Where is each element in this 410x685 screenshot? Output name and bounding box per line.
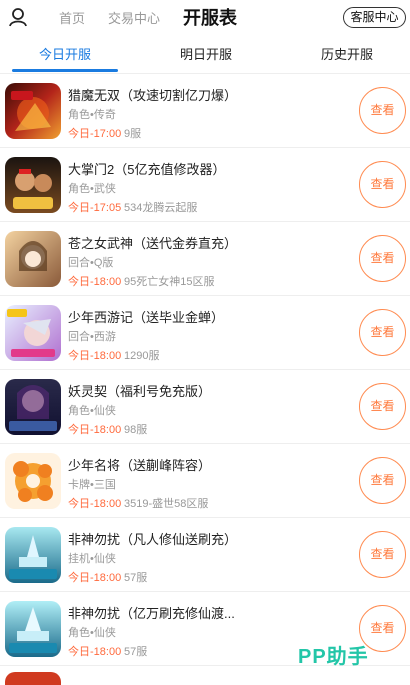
open-time: 今日-18:00 (68, 350, 122, 362)
game-name: 猎魔无双（攻速切割亿刀爆） (68, 88, 238, 103)
list-item[interactable]: 少年名将（送蒯峰阵容） 卡牌•三国 今日-18:00 3519-盛世58区服 查… (0, 444, 410, 518)
server-name: 9服 (124, 128, 142, 140)
view-button[interactable]: 查看 (359, 235, 406, 282)
open-time: 今日-18:00 (68, 498, 122, 510)
tab-history[interactable]: 历史开服 (277, 44, 410, 63)
list-item[interactable]: 非神勿扰（凡人修仙送刷充） 挂机•仙侠 今日-18:00 57服 查看 (0, 518, 410, 592)
game-icon (5, 453, 61, 509)
top-bar: 首页 交易中心 开服表 客服中心 (0, 0, 410, 34)
view-button[interactable]: 查看 (359, 383, 406, 430)
tab-bar: 今日开服 明日开服 历史开服 (0, 34, 410, 74)
view-button[interactable]: 查看 (359, 531, 406, 578)
game-name: 妖灵契（福利号免充版） (68, 384, 212, 399)
game-icon (5, 231, 61, 287)
game-category: 卡牌•三国 (68, 479, 116, 491)
game-name: 大掌门2（5亿充值修改器） (68, 162, 226, 177)
game-name: 非神勿扰（亿万刷充修仙渡... (68, 606, 235, 621)
list-item[interactable]: 妖灵契（福利号免充版） 角色•仙侠 今日-18:00 98服 查看 (0, 370, 410, 444)
page-title: 开服表 (183, 8, 237, 28)
server-name: 3519-盛世58区服 (124, 498, 209, 510)
view-button[interactable]: 查看 (359, 457, 406, 504)
game-category: 角色•传奇 (68, 109, 116, 121)
server-name: 534龙腾云起服 (124, 202, 198, 214)
customer-service-button[interactable]: 客服中心 (343, 7, 406, 28)
game-category: 挂机•仙侠 (68, 553, 116, 565)
game-icon (5, 305, 61, 361)
server-name: 98服 (124, 424, 148, 436)
game-category: 回合•西游 (68, 331, 116, 343)
view-button[interactable]: 查看 (359, 87, 406, 134)
server-name: 57服 (124, 572, 148, 584)
game-list: 猎魔无双（攻速切割亿刀爆） 角色•传奇 今日-17:00 9服 查看 大掌门2（… (0, 74, 410, 666)
open-time: 今日-17:00 (68, 128, 122, 140)
watermark-logo: PP助手 (298, 646, 369, 668)
game-icon (5, 527, 61, 583)
open-time: 今日-18:00 (68, 572, 122, 584)
server-name: 95死亡女神15区服 (124, 276, 215, 288)
list-item[interactable]: 猎魔无双（攻速切割亿刀爆） 角色•传奇 今日-17:00 9服 查看 (0, 74, 410, 148)
game-category: 角色•仙侠 (68, 627, 116, 639)
nav-home-link[interactable]: 首页 (59, 8, 85, 27)
game-category: 回合•Q版 (68, 257, 114, 269)
game-icon (5, 601, 61, 657)
tab-tomorrow[interactable]: 明日开服 (136, 44, 276, 63)
game-category: 角色•武侠 (68, 183, 116, 195)
view-button[interactable]: 查看 (359, 161, 406, 208)
server-name: 1290服 (124, 350, 160, 362)
active-tab-indicator (12, 69, 118, 72)
game-name: 少年西游记（送毕业金蝉） (68, 310, 225, 325)
game-category: 角色•仙侠 (68, 405, 116, 417)
game-icon (5, 379, 61, 435)
user-icon[interactable] (8, 7, 28, 27)
view-button[interactable]: 查看 (359, 309, 406, 356)
game-name: 苍之女武神（送代金券直充） (68, 236, 238, 251)
open-time: 今日-18:00 (68, 424, 122, 436)
game-icon (5, 157, 61, 213)
game-name: 非神勿扰（凡人修仙送刷充） (68, 532, 238, 547)
game-icon (5, 672, 61, 685)
game-name: 少年名将（送蒯峰阵容） (68, 458, 212, 473)
nav-trade-center-link[interactable]: 交易中心 (108, 8, 160, 27)
list-item[interactable]: 苍之女武神（送代金券直充） 回合•Q版 今日-18:00 95死亡女神15区服 … (0, 222, 410, 296)
server-name: 57服 (124, 646, 148, 658)
game-icon (5, 83, 61, 139)
open-time: 今日-18:00 (68, 646, 122, 658)
open-time: 今日-17:05 (68, 202, 122, 214)
list-item[interactable]: 大掌门2（5亿充值修改器） 角色•武侠 今日-17:05 534龙腾云起服 查看 (0, 148, 410, 222)
open-time: 今日-18:00 (68, 276, 122, 288)
list-item[interactable]: 少年西游记（送毕业金蝉） 回合•西游 今日-18:00 1290服 查看 (0, 296, 410, 370)
tab-today[interactable]: 今日开服 (0, 44, 135, 63)
